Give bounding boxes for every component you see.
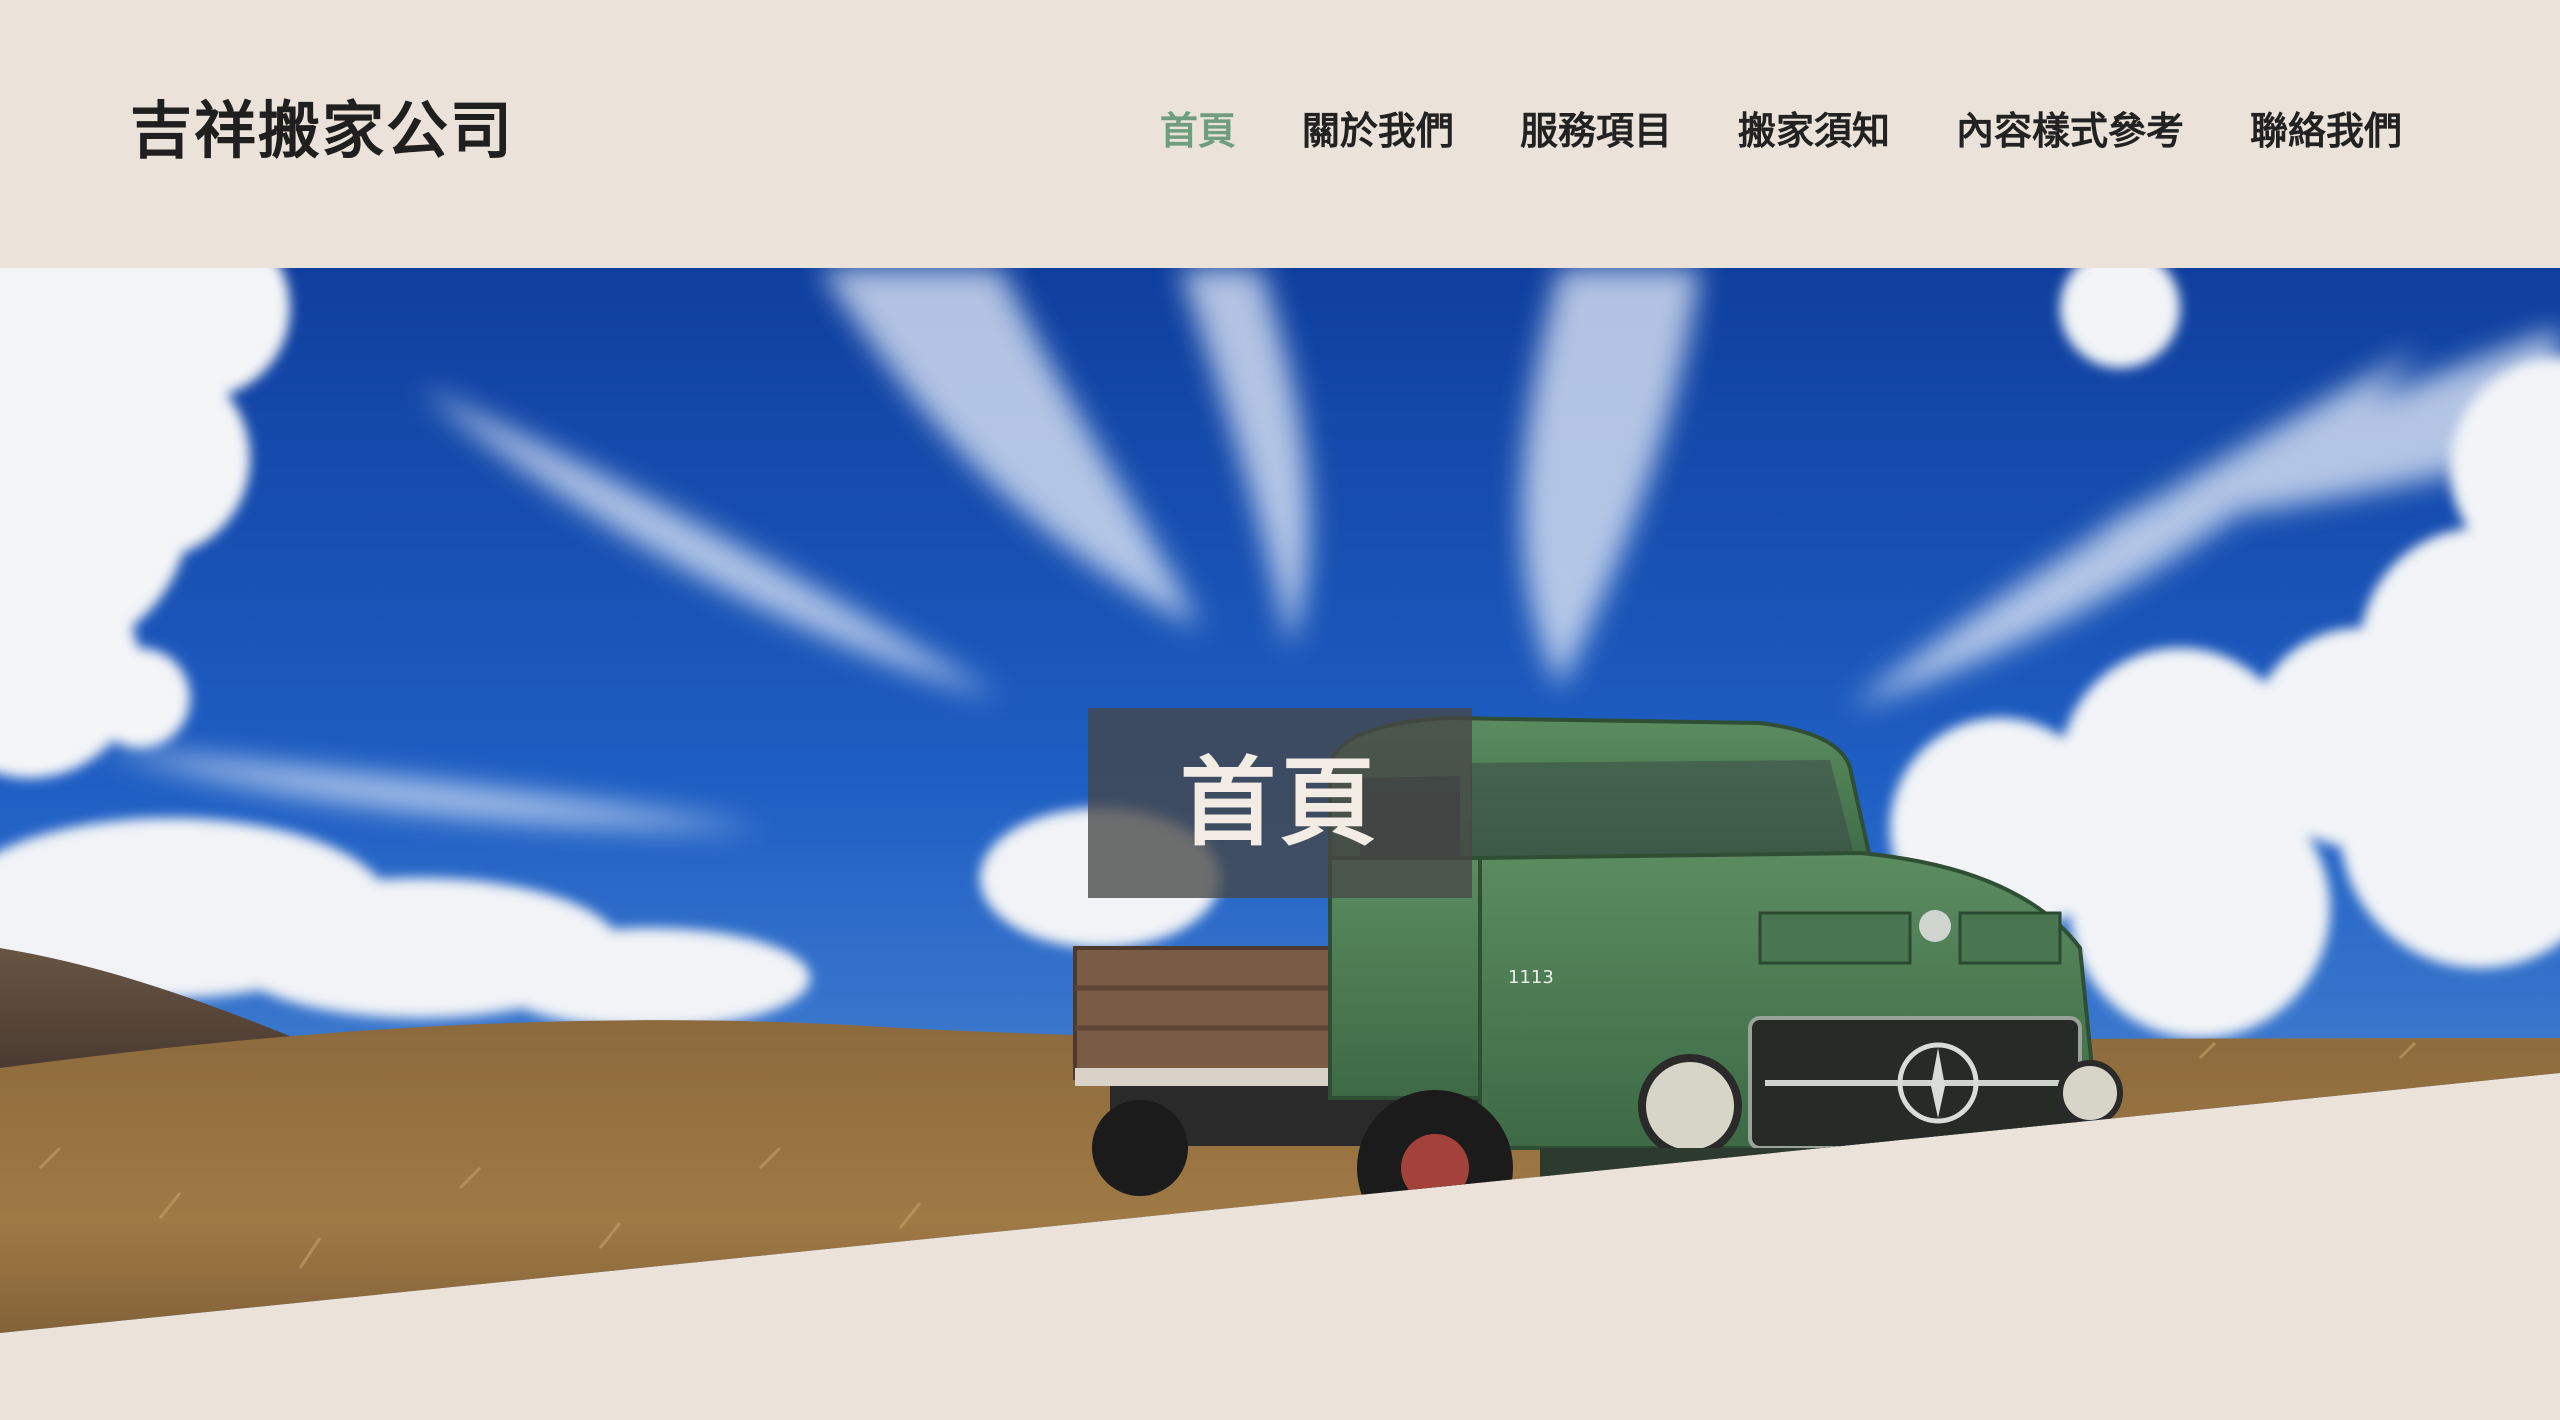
hero-title: 首頁 xyxy=(1180,747,1380,859)
main-nav: 首頁 關於我們 服務項目 搬家須知 內容樣式參考 聯絡我們 xyxy=(1160,104,2402,158)
site-header: 吉祥搬家公司 首頁 關於我們 服務項目 搬家須知 內容樣式參考 聯絡我們 xyxy=(0,0,2560,268)
truck-badge-text: 1113 xyxy=(1508,967,1554,988)
hero-banner: 1113 首頁 xyxy=(0,268,2560,1420)
nav-item-style-reference[interactable]: 內容樣式參考 xyxy=(1956,104,2184,158)
hero-title-overlay: 首頁 xyxy=(1088,708,1472,898)
nav-item-moving-notice[interactable]: 搬家須知 xyxy=(1738,104,1890,158)
nav-item-home[interactable]: 首頁 xyxy=(1160,104,1236,158)
nav-item-contact[interactable]: 聯絡我們 xyxy=(2250,104,2402,158)
nav-item-about[interactable]: 關於我們 xyxy=(1302,104,1454,158)
page: 吉祥搬家公司 首頁 關於我們 服務項目 搬家須知 內容樣式參考 聯絡我們 111… xyxy=(0,0,2560,1420)
site-title[interactable]: 吉祥搬家公司 xyxy=(130,88,514,174)
nav-item-services[interactable]: 服務項目 xyxy=(1520,104,1672,158)
